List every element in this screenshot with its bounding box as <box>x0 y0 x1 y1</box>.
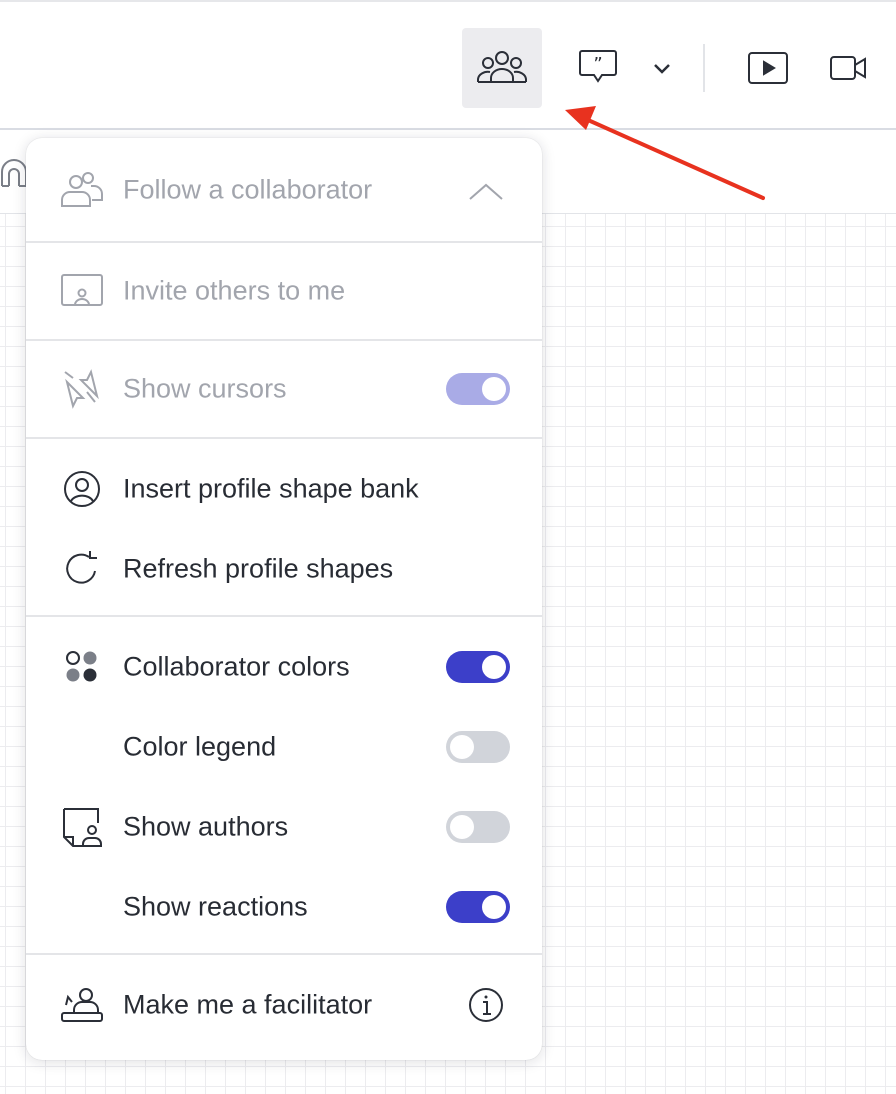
show-reactions-item[interactable]: Show reactions <box>26 867 542 947</box>
cursors-icon <box>64 369 99 409</box>
show-cursors-label: Show cursors <box>123 373 287 404</box>
colors-icon <box>66 651 97 682</box>
toolbar-divider <box>703 44 705 92</box>
svg-text:”: ” <box>593 54 602 75</box>
invite-others-item[interactable]: Invite others to me <box>26 243 542 339</box>
refresh-profile-shapes-label: Refresh profile shapes <box>123 553 394 584</box>
info-icon <box>469 988 503 1022</box>
profile-icon <box>64 471 100 507</box>
color-legend-label: Color legend <box>123 731 277 762</box>
show-authors-toggle[interactable] <box>446 811 510 843</box>
refresh-profile-shapes-item[interactable]: Refresh profile shapes <box>26 529 542 609</box>
video-icon <box>830 56 866 80</box>
collaborator-colors-label: Collaborator colors <box>123 651 350 682</box>
facilitator-icon <box>61 988 103 1022</box>
chevron-down-icon <box>654 64 670 74</box>
collaborators-button[interactable] <box>462 28 542 108</box>
color-legend-toggle[interactable] <box>446 731 510 763</box>
show-authors-label: Show authors <box>123 811 289 842</box>
show-cursors-item[interactable]: Show cursors <box>26 341 542 437</box>
color-legend-item[interactable]: Color legend <box>26 707 542 787</box>
menu-divider <box>26 437 542 439</box>
comment-icon: ” <box>579 50 617 83</box>
present-icon <box>748 52 788 84</box>
show-reactions-toggle[interactable] <box>446 891 510 923</box>
present-button[interactable] <box>740 42 796 94</box>
collaboration-menu: Follow a collaborator Invite others to m… <box>26 138 542 1060</box>
make-facilitator-item[interactable]: Make me a facilitator <box>26 955 542 1055</box>
collaborator-colors-toggle[interactable] <box>446 651 510 683</box>
authors-icon <box>63 808 102 847</box>
comment-options-dropdown[interactable] <box>646 52 678 84</box>
comment-button[interactable]: ” <box>573 42 623 92</box>
collaborators-icon <box>477 51 527 83</box>
show-authors-item[interactable]: Show authors <box>26 787 542 867</box>
refresh-icon <box>66 551 97 584</box>
menu-divider <box>26 615 542 617</box>
invite-others-label: Invite others to me <box>123 275 346 306</box>
insert-profile-shape-bank-item[interactable]: Insert profile shape bank <box>26 449 542 529</box>
collaborator-colors-item[interactable]: Collaborator colors <box>26 627 542 707</box>
follow-collaborator-item[interactable]: Follow a collaborator <box>26 138 542 242</box>
insert-profile-shape-bank-label: Insert profile shape bank <box>123 473 419 504</box>
facilitator-info-button[interactable] <box>466 985 506 1025</box>
video-call-button[interactable] <box>822 42 874 94</box>
follow-icon <box>61 172 103 207</box>
show-reactions-label: Show reactions <box>123 891 308 922</box>
invite-icon <box>61 274 103 306</box>
show-cursors-toggle[interactable] <box>446 373 510 405</box>
chevron-up-icon[interactable] <box>468 182 504 202</box>
top-toolbar: ” <box>0 0 896 130</box>
make-facilitator-label: Make me a facilitator <box>123 989 373 1020</box>
follow-collaborator-label: Follow a collaborator <box>123 174 373 205</box>
